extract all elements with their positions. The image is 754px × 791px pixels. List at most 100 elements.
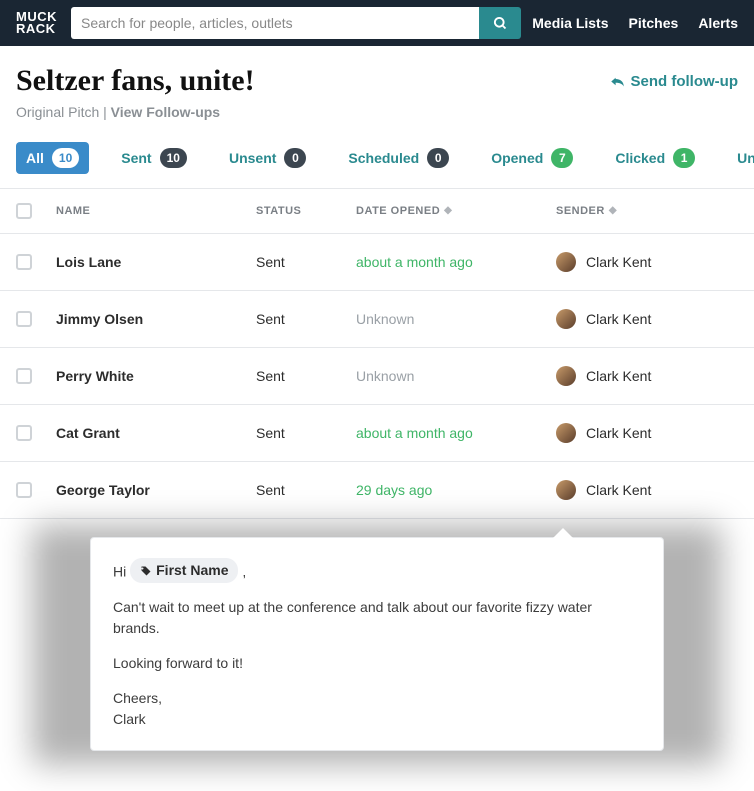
popover-signoff: Cheers, Clark — [113, 688, 641, 730]
merge-tag-label: First Name — [156, 560, 228, 581]
content: Seltzer fans, unite! Send follow-up Orig… — [0, 46, 754, 751]
table-row[interactable]: George TaylorSent29 days ago Clark Kent — [0, 462, 754, 519]
greet-prefix: Hi — [113, 564, 130, 580]
date-opened: about a month ago — [356, 425, 556, 441]
sender-cell[interactable]: Clark Kent — [556, 309, 736, 329]
avatar — [556, 252, 576, 272]
row-checkbox[interactable] — [16, 311, 32, 327]
sender-cell[interactable]: Clark Kent — [556, 366, 736, 386]
sign-line-1: Cheers, — [113, 688, 641, 709]
sender-name: Clark Kent — [586, 368, 651, 384]
sender-name: Clark Kent — [586, 482, 651, 498]
popover-greeting: Hi First Name , — [113, 558, 641, 583]
col-date-opened-label: DATE OPENED — [356, 205, 440, 217]
recipient-name[interactable]: Cat Grant — [56, 425, 256, 441]
search-input[interactable] — [71, 7, 479, 39]
sort-icon: ◆ — [444, 207, 452, 215]
filter-bar: All 10 Sent 10 Unsent 0 Scheduled 0 Open… — [16, 142, 738, 188]
filter-scheduled-label: Scheduled — [348, 150, 419, 166]
sender-cell[interactable]: Clark Kent — [556, 423, 736, 443]
avatar — [556, 309, 576, 329]
sender-name: Clark Kent — [586, 425, 651, 441]
row-checkbox[interactable] — [16, 425, 32, 441]
table-row[interactable]: Perry WhiteSentUnknown Clark Kent — [0, 348, 754, 405]
title-row: Seltzer fans, unite! Send follow-up — [16, 64, 738, 98]
filter-all-count: 10 — [52, 148, 79, 168]
recipient-status: Sent — [256, 368, 356, 384]
col-date-opened[interactable]: DATE OPENED ◆ — [356, 203, 556, 219]
filter-clicked[interactable]: Clicked 1 — [605, 142, 705, 174]
col-name[interactable]: NAME — [56, 203, 256, 219]
greet-suffix: , — [242, 564, 246, 580]
sender-cell[interactable]: Clark Kent — [556, 252, 736, 272]
logo[interactable]: MUCK RACK — [16, 11, 57, 35]
recipient-status: Sent — [256, 254, 356, 270]
reply-icon — [610, 75, 625, 88]
logo-line2: RACK — [16, 23, 57, 35]
nav-pitches[interactable]: Pitches — [629, 15, 679, 31]
filter-clicked-count: 1 — [673, 148, 695, 168]
search-icon — [493, 16, 508, 31]
view-follow-ups-link[interactable]: View Follow-ups — [111, 104, 220, 120]
row-checkbox[interactable] — [16, 368, 32, 384]
filter-unopened-label: Unopened — [737, 150, 754, 166]
recipient-name[interactable]: Lois Lane — [56, 254, 256, 270]
nav-media-lists[interactable]: Media Lists — [532, 15, 608, 31]
date-opened: about a month ago — [356, 254, 556, 270]
subtitle: Original Pitch | View Follow-ups — [16, 104, 738, 120]
popover-body-2: Looking forward to it! — [113, 653, 641, 674]
filter-opened-count: 7 — [551, 148, 573, 168]
send-follow-up-label: Send follow-up — [631, 73, 738, 90]
subtitle-prefix: Original Pitch | — [16, 104, 111, 120]
recipient-status: Sent — [256, 311, 356, 327]
date-opened: Unknown — [356, 368, 556, 384]
filter-unsent-label: Unsent — [229, 150, 276, 166]
col-sender-label: SENDER — [556, 205, 605, 217]
row-checkbox[interactable] — [16, 254, 32, 270]
col-status[interactable]: STATUS — [256, 203, 356, 219]
filter-opened-label: Opened — [491, 150, 543, 166]
table-row[interactable]: Jimmy OlsenSentUnknownClark Kent — [0, 291, 754, 348]
popover-wrap: Hi First Name , Can't wait to meet up at… — [0, 537, 754, 751]
nav-alerts[interactable]: Alerts — [698, 15, 738, 31]
nav-links: Media Lists Pitches Alerts — [532, 15, 738, 31]
recipient-name[interactable]: Jimmy Olsen — [56, 311, 256, 327]
filter-scheduled[interactable]: Scheduled 0 — [338, 142, 459, 174]
filter-clicked-label: Clicked — [615, 150, 665, 166]
filter-sent[interactable]: Sent 10 — [111, 142, 197, 174]
table-row[interactable]: Lois LaneSentabout a month ago Clark Kent — [0, 234, 754, 291]
row-checkbox[interactable] — [16, 482, 32, 498]
page-title: Seltzer fans, unite! — [16, 64, 255, 98]
tag-icon — [140, 565, 152, 577]
search-button[interactable] — [479, 7, 521, 39]
filter-sent-count: 10 — [160, 148, 187, 168]
topbar: MUCK RACK Media Lists Pitches Alerts — [0, 0, 754, 46]
avatar — [556, 366, 576, 386]
filter-sent-label: Sent — [121, 150, 151, 166]
filter-unsent[interactable]: Unsent 0 — [219, 142, 316, 174]
filter-unopened[interactable]: Unopened 3 — [727, 142, 754, 174]
filter-scheduled-count: 0 — [427, 148, 449, 168]
filter-opened[interactable]: Opened 7 — [481, 142, 583, 174]
sender-name: Clark Kent — [586, 254, 651, 270]
sender-cell[interactable]: Clark Kent — [556, 480, 736, 500]
date-opened: 29 days ago — [356, 482, 556, 498]
recipient-status: Sent — [256, 482, 356, 498]
filter-all[interactable]: All 10 — [16, 142, 89, 174]
recipient-name[interactable]: George Taylor — [56, 482, 256, 498]
recipient-status: Sent — [256, 425, 356, 441]
table-header: NAME STATUS DATE OPENED ◆ SENDER ◆ — [0, 189, 754, 234]
popover-body-1: Can't wait to meet up at the conference … — [113, 597, 641, 639]
table-row[interactable]: Cat GrantSentabout a month ago Clark Kent — [0, 405, 754, 462]
date-opened: Unknown — [356, 311, 556, 327]
recipient-name[interactable]: Perry White — [56, 368, 256, 384]
avatar — [556, 480, 576, 500]
send-follow-up-button[interactable]: Send follow-up — [610, 73, 738, 90]
sort-icon: ◆ — [609, 207, 617, 215]
merge-tag-first-name[interactable]: First Name — [130, 558, 238, 583]
select-all-checkbox[interactable] — [16, 203, 32, 219]
message-preview-popover: Hi First Name , Can't wait to meet up at… — [90, 537, 664, 751]
avatar — [556, 423, 576, 443]
col-sender[interactable]: SENDER ◆ — [556, 203, 736, 219]
recipients-table: NAME STATUS DATE OPENED ◆ SENDER ◆ Lois … — [16, 189, 738, 519]
